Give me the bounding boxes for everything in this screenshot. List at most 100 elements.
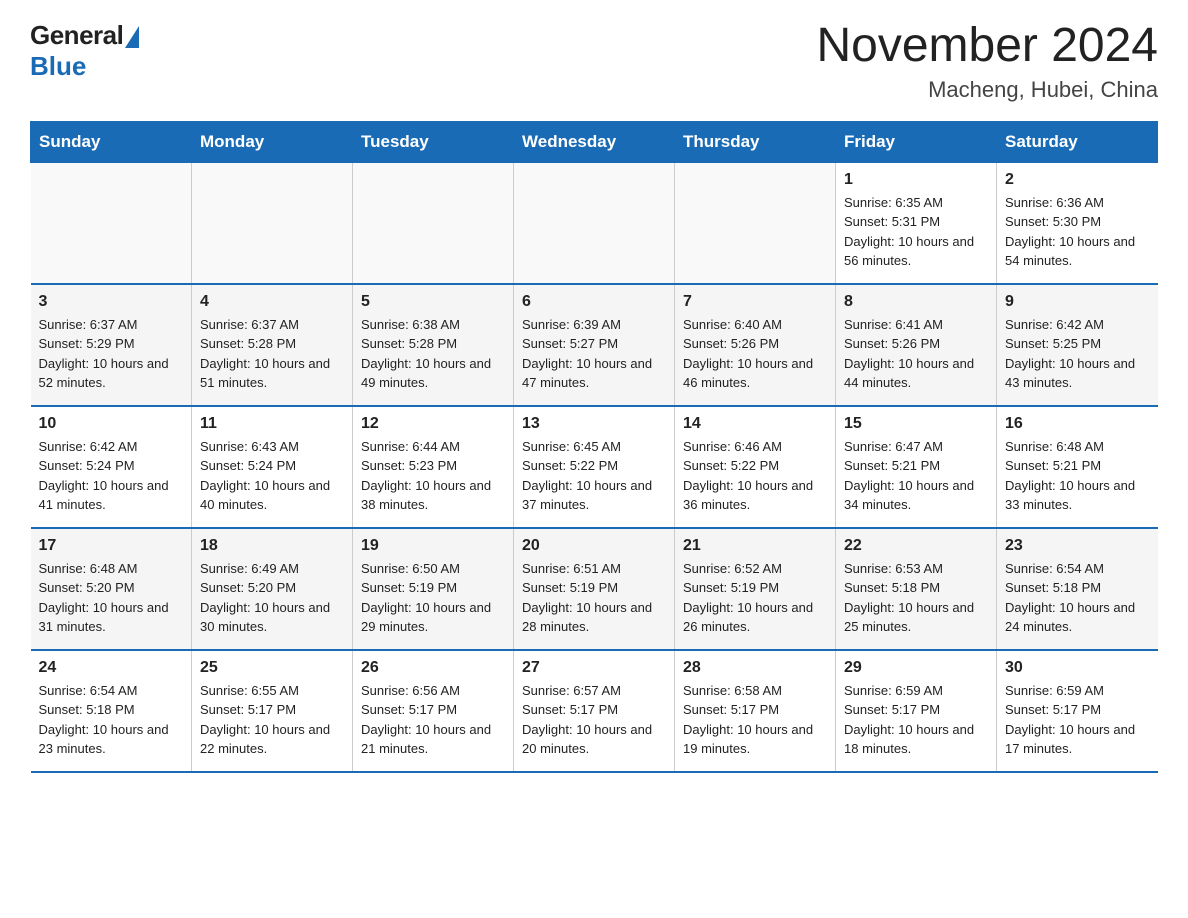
day-cell	[514, 162, 675, 284]
day-number: 4	[200, 293, 344, 311]
day-cell: 4 Sunrise: 6:37 AM Sunset: 5:28 PM Daylig…	[192, 284, 353, 406]
day-number: 28	[683, 659, 827, 677]
day-cell: 8Sunrise: 6:41 AM Sunset: 5:26 PM Daylig…	[836, 284, 997, 406]
day-info: Sunrise: 6:59 AM Sunset: 5:17 PM Dayligh…	[844, 683, 974, 757]
day-cell: 30 Sunrise: 6:59 AM Sunset: 5:17 PM Dayli…	[997, 650, 1158, 772]
day-info: Sunrise: 6:59 AM Sunset: 5:17 PM Dayligh…	[1005, 683, 1135, 757]
day-cell: 14Sunrise: 6:46 AM Sunset: 5:22 PM Dayli…	[675, 406, 836, 528]
header-cell-saturday: Saturday	[997, 121, 1158, 162]
day-cell: 7 Sunrise: 6:40 AM Sunset: 5:26 PM Daylig…	[675, 284, 836, 406]
day-cell: 15Sunrise: 6:47 AM Sunset: 5:21 PM Dayli…	[836, 406, 997, 528]
day-cell	[192, 162, 353, 284]
day-number: 30	[1005, 659, 1150, 677]
day-info: Sunrise: 6:42 AM Sunset: 5:25 PM Dayligh…	[1005, 317, 1135, 391]
day-info: Sunrise: 6:43 AM Sunset: 5:24 PM Dayligh…	[200, 439, 330, 513]
day-cell: 27 Sunrise: 6:57 AM Sunset: 5:17 PM Dayli…	[514, 650, 675, 772]
day-number: 10	[39, 415, 184, 433]
day-number: 3	[39, 293, 184, 311]
day-info: Sunrise: 6:42 AM Sunset: 5:24 PM Dayligh…	[39, 439, 169, 513]
day-number: 9	[1005, 293, 1150, 311]
logo-blue-text: Blue	[30, 51, 86, 82]
day-cell: 26 Sunrise: 6:56 AM Sunset: 5:17 PM Dayli…	[353, 650, 514, 772]
day-info: Sunrise: 6:37 AM Sunset: 5:28 PM Dayligh…	[200, 317, 330, 391]
day-info: Sunrise: 6:40 AM Sunset: 5:26 PM Dayligh…	[683, 317, 813, 391]
day-cell: 11 Sunrise: 6:43 AM Sunset: 5:24 PM Dayli…	[192, 406, 353, 528]
day-info: Sunrise: 6:56 AM Sunset: 5:17 PM Dayligh…	[361, 683, 491, 757]
day-cell: 1 Sunrise: 6:35 AM Sunset: 5:31 PM Daylig…	[836, 162, 997, 284]
day-info: Sunrise: 6:45 AM Sunset: 5:22 PM Dayligh…	[522, 439, 652, 513]
day-info: Sunrise: 6:41 AM Sunset: 5:26 PM Dayligh…	[844, 317, 974, 391]
day-number: 6	[522, 293, 666, 311]
week-row-3: 10 Sunrise: 6:42 AM Sunset: 5:24 PM Dayli…	[31, 406, 1158, 528]
day-cell	[353, 162, 514, 284]
day-info: Sunrise: 6:36 AM Sunset: 5:30 PM Dayligh…	[1005, 195, 1135, 269]
day-number: 12	[361, 415, 505, 433]
day-number: 20	[522, 537, 666, 555]
day-number: 29	[844, 659, 988, 677]
day-info: Sunrise: 6:54 AM Sunset: 5:18 PM Dayligh…	[39, 683, 169, 757]
header-cell-friday: Friday	[836, 121, 997, 162]
day-number: 19	[361, 537, 505, 555]
day-info: Sunrise: 6:51 AM Sunset: 5:19 PM Dayligh…	[522, 561, 652, 635]
day-cell: 16 Sunrise: 6:48 AM Sunset: 5:21 PM Dayli…	[997, 406, 1158, 528]
week-row-1: 1 Sunrise: 6:35 AM Sunset: 5:31 PM Daylig…	[31, 162, 1158, 284]
day-cell	[675, 162, 836, 284]
day-cell: 24 Sunrise: 6:54 AM Sunset: 5:18 PM Dayli…	[31, 650, 192, 772]
day-number: 26	[361, 659, 505, 677]
day-cell: 10 Sunrise: 6:42 AM Sunset: 5:24 PM Dayli…	[31, 406, 192, 528]
day-info: Sunrise: 6:55 AM Sunset: 5:17 PM Dayligh…	[200, 683, 330, 757]
logo: General Blue	[30, 20, 139, 82]
header-row: SundayMondayTuesdayWednesdayThursdayFrid…	[31, 121, 1158, 162]
day-info: Sunrise: 6:35 AM Sunset: 5:31 PM Dayligh…	[844, 195, 974, 269]
title-block: November 2024 Macheng, Hubei, China	[816, 20, 1158, 103]
day-info: Sunrise: 6:58 AM Sunset: 5:17 PM Dayligh…	[683, 683, 813, 757]
page-header: General Blue November 2024 Macheng, Hube…	[30, 20, 1158, 103]
day-cell: 21Sunrise: 6:52 AM Sunset: 5:19 PM Dayli…	[675, 528, 836, 650]
day-cell	[31, 162, 192, 284]
day-info: Sunrise: 6:38 AM Sunset: 5:28 PM Dayligh…	[361, 317, 491, 391]
day-info: Sunrise: 6:57 AM Sunset: 5:17 PM Dayligh…	[522, 683, 652, 757]
day-number: 15	[844, 415, 988, 433]
calendar-body: 1 Sunrise: 6:35 AM Sunset: 5:31 PM Daylig…	[31, 162, 1158, 772]
week-row-4: 17 Sunrise: 6:48 AM Sunset: 5:20 PM Dayli…	[31, 528, 1158, 650]
day-info: Sunrise: 6:50 AM Sunset: 5:19 PM Dayligh…	[361, 561, 491, 635]
logo-triangle-icon	[125, 26, 139, 48]
day-number: 22	[844, 537, 988, 555]
day-cell: 29 Sunrise: 6:59 AM Sunset: 5:17 PM Dayli…	[836, 650, 997, 772]
day-number: 11	[200, 415, 344, 433]
day-number: 2	[1005, 171, 1150, 189]
header-cell-monday: Monday	[192, 121, 353, 162]
day-number: 27	[522, 659, 666, 677]
day-info: Sunrise: 6:37 AM Sunset: 5:29 PM Dayligh…	[39, 317, 169, 391]
day-cell: 17 Sunrise: 6:48 AM Sunset: 5:20 PM Dayli…	[31, 528, 192, 650]
day-cell: 23Sunrise: 6:54 AM Sunset: 5:18 PM Dayli…	[997, 528, 1158, 650]
day-number: 5	[361, 293, 505, 311]
day-cell: 22 Sunrise: 6:53 AM Sunset: 5:18 PM Dayli…	[836, 528, 997, 650]
day-number: 16	[1005, 415, 1150, 433]
day-number: 18	[200, 537, 344, 555]
day-cell: 5 Sunrise: 6:38 AM Sunset: 5:28 PM Daylig…	[353, 284, 514, 406]
day-number: 24	[39, 659, 184, 677]
logo-general-text: General	[30, 20, 123, 51]
page-title: November 2024	[816, 20, 1158, 73]
day-info: Sunrise: 6:53 AM Sunset: 5:18 PM Dayligh…	[844, 561, 974, 635]
day-cell: 18 Sunrise: 6:49 AM Sunset: 5:20 PM Dayli…	[192, 528, 353, 650]
day-cell: 3 Sunrise: 6:37 AM Sunset: 5:29 PM Daylig…	[31, 284, 192, 406]
day-cell: 12Sunrise: 6:44 AM Sunset: 5:23 PM Dayli…	[353, 406, 514, 528]
day-info: Sunrise: 6:49 AM Sunset: 5:20 PM Dayligh…	[200, 561, 330, 635]
day-cell: 25 Sunrise: 6:55 AM Sunset: 5:17 PM Dayli…	[192, 650, 353, 772]
day-cell: 28 Sunrise: 6:58 AM Sunset: 5:17 PM Dayli…	[675, 650, 836, 772]
day-info: Sunrise: 6:48 AM Sunset: 5:21 PM Dayligh…	[1005, 439, 1135, 513]
header-cell-sunday: Sunday	[31, 121, 192, 162]
header-cell-tuesday: Tuesday	[353, 121, 514, 162]
day-info: Sunrise: 6:48 AM Sunset: 5:20 PM Dayligh…	[39, 561, 169, 635]
day-info: Sunrise: 6:39 AM Sunset: 5:27 PM Dayligh…	[522, 317, 652, 391]
day-number: 25	[200, 659, 344, 677]
day-cell: 2 Sunrise: 6:36 AM Sunset: 5:30 PM Daylig…	[997, 162, 1158, 284]
day-number: 1	[844, 171, 988, 189]
day-number: 14	[683, 415, 827, 433]
day-number: 21	[683, 537, 827, 555]
calendar-header: SundayMondayTuesdayWednesdayThursdayFrid…	[31, 121, 1158, 162]
day-number: 7	[683, 293, 827, 311]
day-number: 17	[39, 537, 184, 555]
